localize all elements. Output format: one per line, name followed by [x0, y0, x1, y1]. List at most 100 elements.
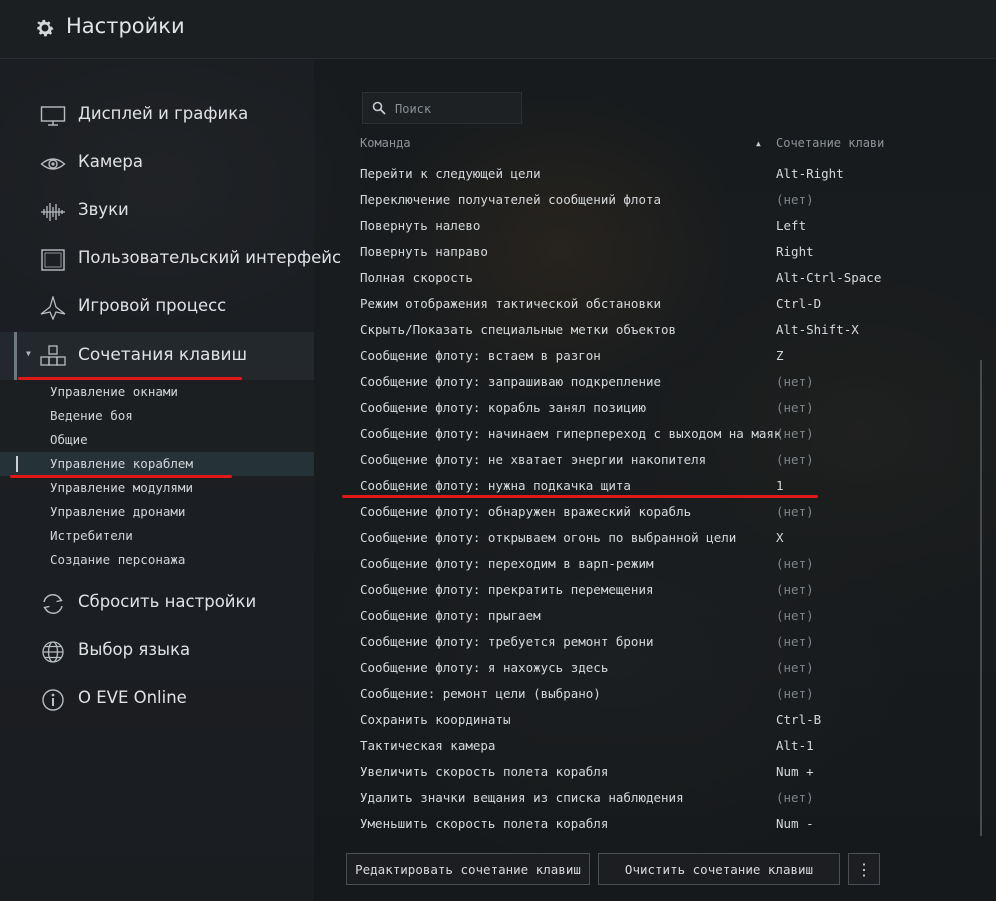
- shortcut-cell: Alt-Ctrl-Space: [776, 270, 882, 285]
- table-row[interactable]: Сообщение флоту: запрашиваю подкрепление…: [354, 369, 874, 395]
- gear-icon: [37, 19, 54, 37]
- sidebar-item-label: Сочетания клавиш: [78, 345, 248, 365]
- subitem-label: Управление модулями: [50, 480, 193, 495]
- command-cell: Повернуть налево: [360, 218, 481, 233]
- shortcut-cell: (нет): [776, 452, 814, 467]
- sidebar-item-shortcuts[interactable]: ▼ Сочетания клавиш: [0, 332, 314, 380]
- shortcut-cell: (нет): [776, 790, 814, 805]
- command-cell: Режим отображения тактической обстановки: [360, 296, 662, 311]
- title-bar: Настройки: [0, 0, 996, 59]
- shortcut-cell: Num -: [776, 816, 814, 831]
- table-row[interactable]: Удалить значки вещания из списка наблюде…: [354, 785, 874, 811]
- command-cell: Сохранить координаты: [360, 712, 511, 727]
- table-row[interactable]: Сообщение флоту: я нахожусь здесь (нет): [354, 655, 874, 681]
- table-row[interactable]: Повернуть налево Left: [354, 213, 874, 239]
- table-row[interactable]: Сообщение флоту: прыгаем (нет): [354, 603, 874, 629]
- command-cell: Скрыть/Показать специальные метки объект…: [360, 322, 677, 337]
- more-options-button[interactable]: ⋮: [848, 853, 880, 885]
- command-cell: Увеличить скорость полета корабля: [360, 764, 609, 779]
- column-header-shortcut[interactable]: Сочетание клави: [776, 136, 884, 150]
- table-row[interactable]: Сообщение флоту: требуется ремонт брони (…: [354, 629, 874, 655]
- sidebar-item-sounds[interactable]: Звуки: [0, 192, 314, 232]
- window-icon: [41, 249, 65, 271]
- sidebar-item-reset[interactable]: Сбросить настройки: [0, 584, 314, 624]
- keys-icon: [40, 345, 66, 366]
- annotation-underline: [18, 377, 242, 380]
- subitem-window-management[interactable]: Управление окнами: [0, 380, 314, 404]
- command-cell: Сообщение флоту: запрашиваю подкрепление: [360, 374, 662, 389]
- sidebar-item-label: Звуки: [78, 200, 129, 219]
- table-row[interactable]: Повернуть направо Right: [354, 239, 874, 265]
- edit-shortcut-button[interactable]: Редактировать сочетание клавиш: [346, 853, 590, 885]
- monitor-icon: [40, 106, 66, 126]
- table-row[interactable]: Сообщение флоту: обнаружен вражеский кор…: [354, 499, 874, 525]
- spaceship-icon: [40, 296, 66, 320]
- shortcut-cell: (нет): [776, 374, 814, 389]
- shortcut-cell: 1: [776, 478, 784, 493]
- table-row[interactable]: Сохранить координаты Ctrl-B: [354, 707, 874, 733]
- table-row[interactable]: Сообщение флоту: открываем огонь по выбр…: [354, 525, 874, 551]
- subitem-label: Создание персонажа: [50, 552, 186, 567]
- shortcut-cell: (нет): [776, 556, 814, 571]
- subitem-combat[interactable]: Ведение боя: [0, 404, 314, 428]
- command-cell: Сообщение флоту: не хватает энергии нако…: [360, 452, 707, 467]
- shortcut-cell: Right: [776, 244, 814, 259]
- sidebar-item-ui[interactable]: Пользовательский интерфейс: [0, 240, 341, 280]
- table-row[interactable]: Сообщение флоту: не хватает энергии нако…: [354, 447, 874, 473]
- sidebar-item-display[interactable]: Дисплей и графика: [0, 96, 314, 136]
- table-row[interactable]: Полная скорость Alt-Ctrl-Space: [354, 265, 881, 291]
- shortcut-cell: (нет): [776, 192, 814, 207]
- subitem-character-creation[interactable]: Создание персонажа: [0, 548, 314, 572]
- command-cell: Сообщение флоту: прекратить перемещения: [360, 582, 654, 597]
- search-input[interactable]: [393, 98, 517, 120]
- table-row[interactable]: Уменьшить скорость полета корабля Num -: [354, 811, 874, 837]
- subitem-label: Управление кораблем: [50, 456, 193, 471]
- table-row[interactable]: Сообщение флоту: начинаем гиперпереход с…: [354, 421, 874, 447]
- shortcut-cell: (нет): [776, 686, 814, 701]
- table-row[interactable]: Сообщение флоту: встаем в разгон Z: [354, 343, 874, 369]
- table-row[interactable]: Сообщение: ремонт цели (выбрано) (нет): [354, 681, 874, 707]
- command-cell: Сообщение флоту: корабль занял позицию: [360, 400, 646, 415]
- subitem-ship-control[interactable]: Управление кораблем: [0, 452, 314, 476]
- command-cell: Сообщение флоту: встаем в разгон: [360, 348, 601, 363]
- sidebar-item-camera[interactable]: Камера: [0, 144, 314, 184]
- table-row[interactable]: Увеличить скорость полета корабля Num +: [354, 759, 874, 785]
- shortcut-cell: (нет): [776, 634, 814, 649]
- shortcut-cell: (нет): [776, 504, 814, 519]
- sidebar-item-label: О EVE Online: [78, 688, 187, 707]
- shortcut-cell: Ctrl-B: [776, 712, 822, 727]
- table-row[interactable]: Режим отображения тактической обстановки…: [354, 291, 874, 317]
- subitem-label: Управление окнами: [50, 384, 178, 399]
- command-cell: Сообщение флоту: начинаем гиперпереход с…: [360, 426, 782, 441]
- shortcut-cell: (нет): [776, 660, 814, 675]
- shortcut-cell: (нет): [776, 426, 814, 441]
- sidebar-item-language[interactable]: Выбор языка: [0, 632, 314, 672]
- subitem-label: Управление дронами: [50, 504, 186, 519]
- table-row[interactable]: Тактическая камера Alt-1: [354, 733, 874, 759]
- table-row[interactable]: Сообщение флоту: переходим в варп-режим (…: [354, 551, 874, 577]
- search-box[interactable]: [362, 92, 522, 124]
- subitem-modules[interactable]: Управление модулями: [0, 476, 314, 500]
- info-icon: [42, 689, 64, 711]
- scrollbar[interactable]: [980, 360, 982, 836]
- sidebar-item-gameplay[interactable]: Игровой процесс: [0, 288, 314, 328]
- command-cell: Сообщение флоту: требуется ремонт брони: [360, 634, 654, 649]
- clear-shortcut-button[interactable]: Очистить сочетание клавиш: [598, 853, 840, 885]
- subitem-general[interactable]: Общие: [0, 428, 314, 452]
- subitem-drones[interactable]: Управление дронами: [0, 500, 314, 524]
- sound-wave-icon: [41, 203, 65, 221]
- column-header-command[interactable]: Команда: [360, 136, 411, 150]
- table-row[interactable]: Перейти к следующей цели Alt-Right: [354, 161, 874, 187]
- subitem-label: Истребители: [50, 528, 133, 543]
- eye-icon: [40, 158, 66, 170]
- table-row[interactable]: Сообщение флоту: корабль занял позицию (н…: [354, 395, 874, 421]
- table-row[interactable]: Сообщение флоту: прекратить перемещения (…: [354, 577, 874, 603]
- table-row[interactable]: Скрыть/Показать специальные метки объект…: [354, 317, 874, 343]
- subitem-fighters[interactable]: Истребители: [0, 524, 314, 548]
- command-cell: Сообщение флоту: прыгаем: [360, 608, 541, 623]
- command-cell: Полная скорость: [360, 270, 473, 285]
- shortcut-cell: Left: [776, 218, 807, 233]
- table-row[interactable]: Переключение получателей сообщений флота…: [354, 187, 874, 213]
- table-row[interactable]: Сообщение флоту: нужна подкачка щита 1: [354, 473, 874, 499]
- sidebar-item-about[interactable]: О EVE Online: [0, 680, 314, 720]
